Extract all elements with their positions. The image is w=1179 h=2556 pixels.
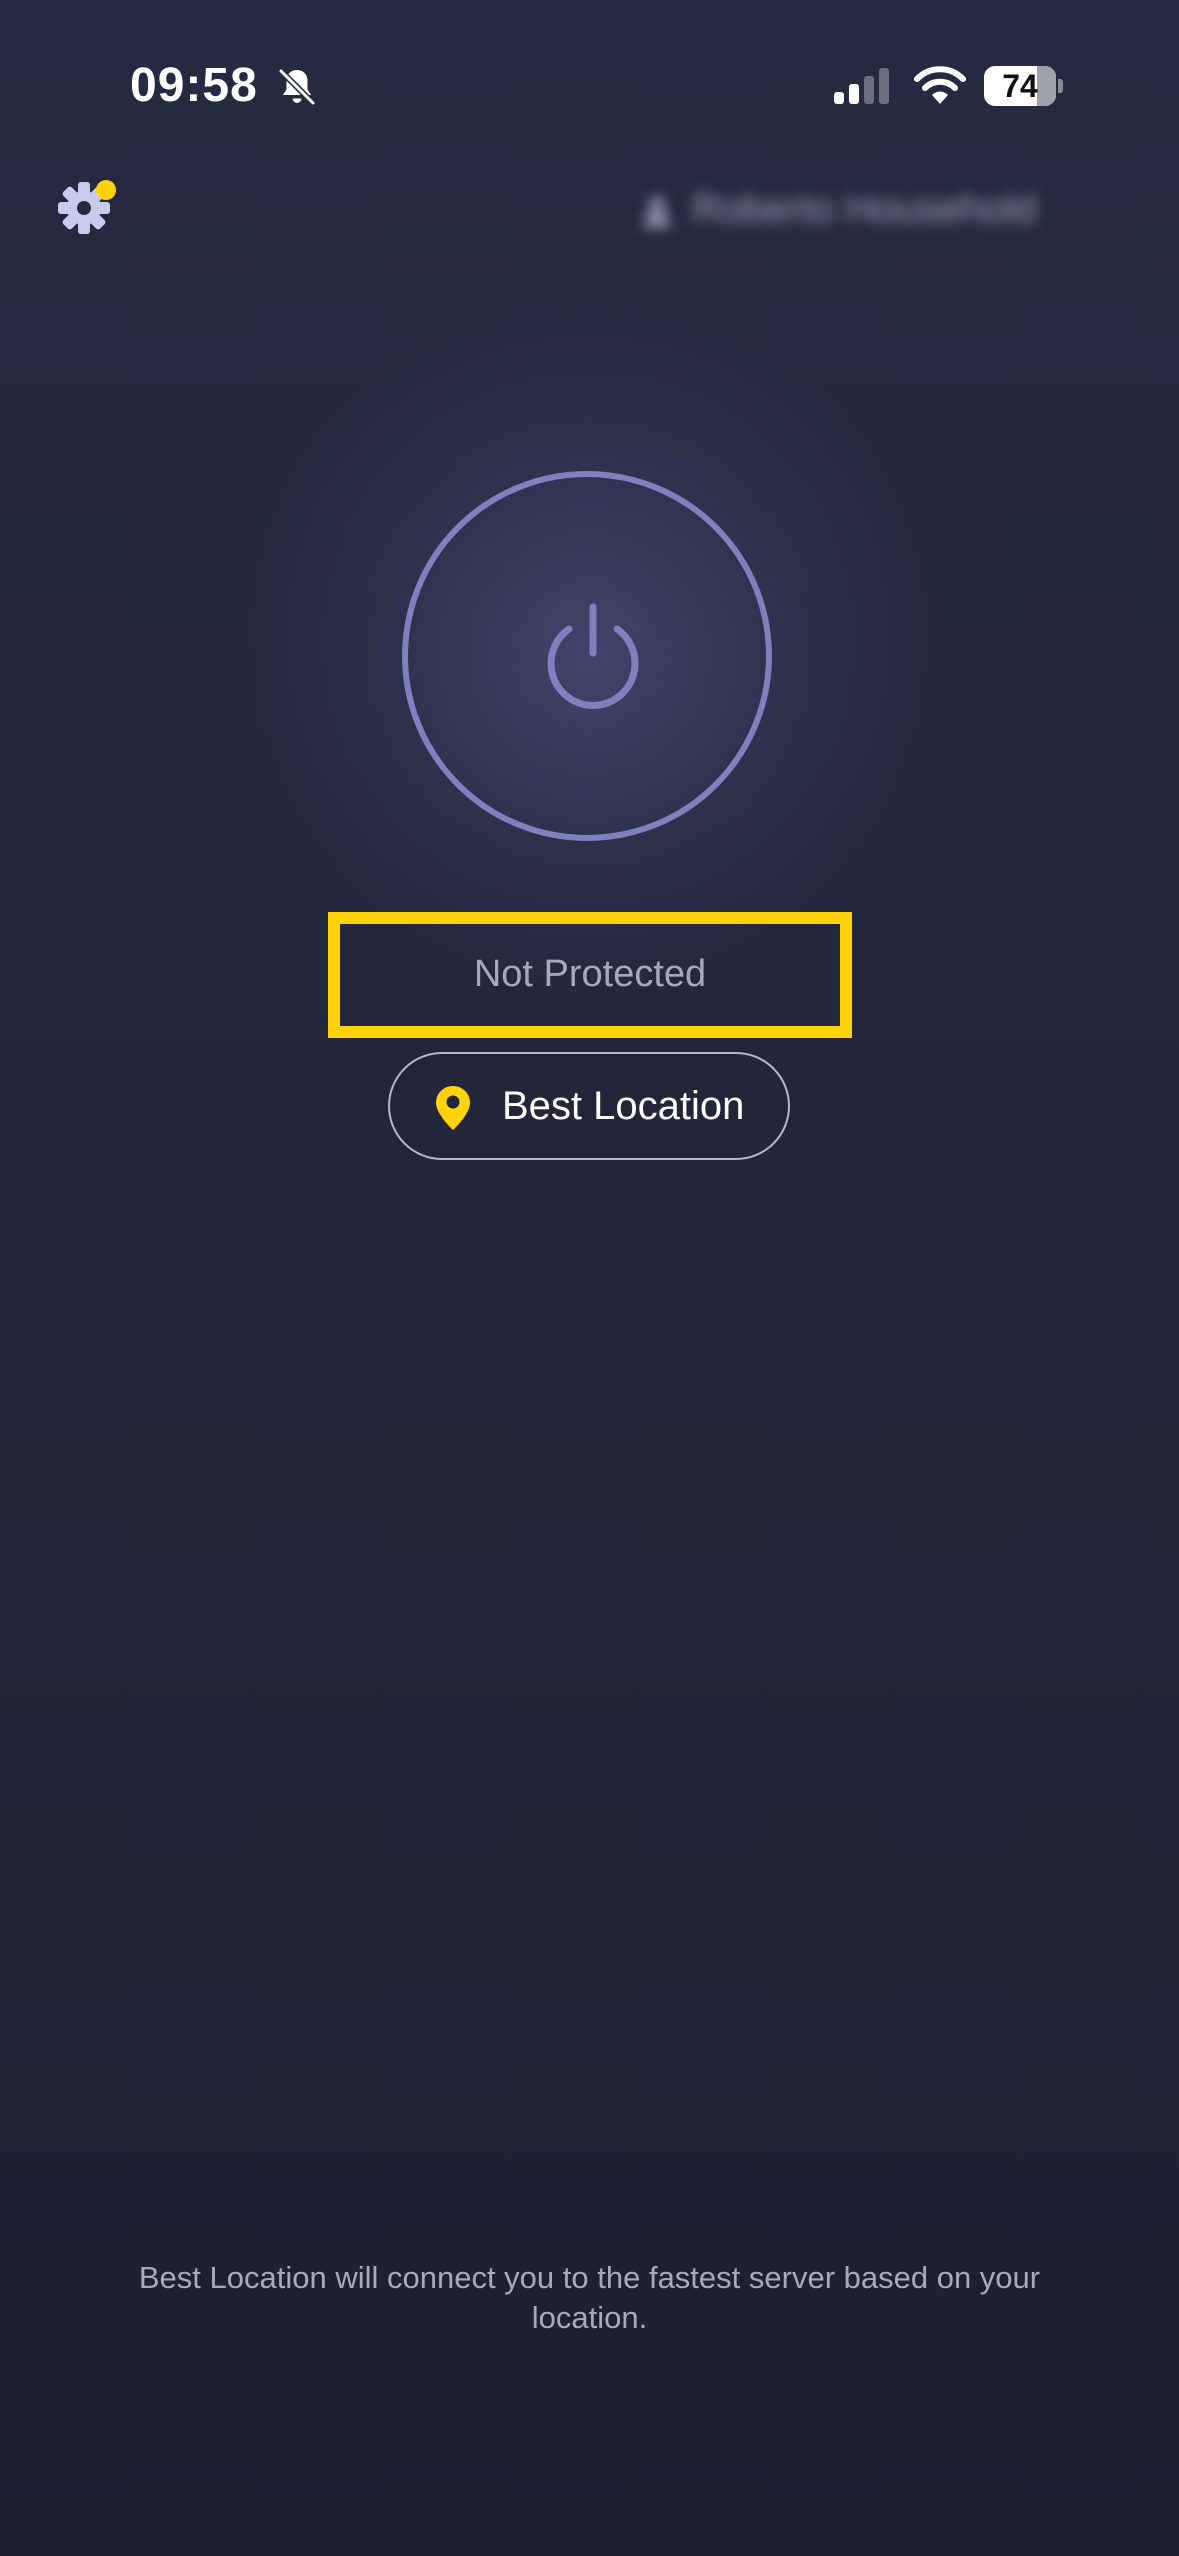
location-label: Best Location xyxy=(502,1084,745,1128)
battery-level: 74 xyxy=(1002,68,1038,104)
power-icon xyxy=(547,603,639,709)
power-button[interactable] xyxy=(402,471,772,841)
settings-button[interactable] xyxy=(52,176,116,240)
account-chip[interactable]: Roberto Household xyxy=(640,182,1100,236)
best-location-hint: Best Location will connect you to the fa… xyxy=(138,2260,1041,2335)
account-label: Roberto Household xyxy=(692,187,1037,231)
battery-body: 74 xyxy=(984,66,1056,106)
status-highlight-box: Not Protected xyxy=(328,912,852,1038)
vpn-home-screen: 09:58 74 Roberto Household Not Protected… xyxy=(0,0,1179,2556)
battery-icon: 74 xyxy=(984,66,1063,106)
connection-status-label: Not Protected xyxy=(473,953,707,995)
person-icon xyxy=(644,198,670,227)
notification-dot xyxy=(96,180,116,200)
location-button[interactable]: Best Location xyxy=(388,1052,790,1160)
map-pin-icon xyxy=(436,1086,470,1130)
battery-tip xyxy=(1058,79,1063,93)
bell-slash-icon xyxy=(278,68,316,106)
wifi-icon xyxy=(914,66,966,104)
cellular-signal-icon xyxy=(834,68,889,104)
status-time: 09:58 xyxy=(130,59,258,112)
